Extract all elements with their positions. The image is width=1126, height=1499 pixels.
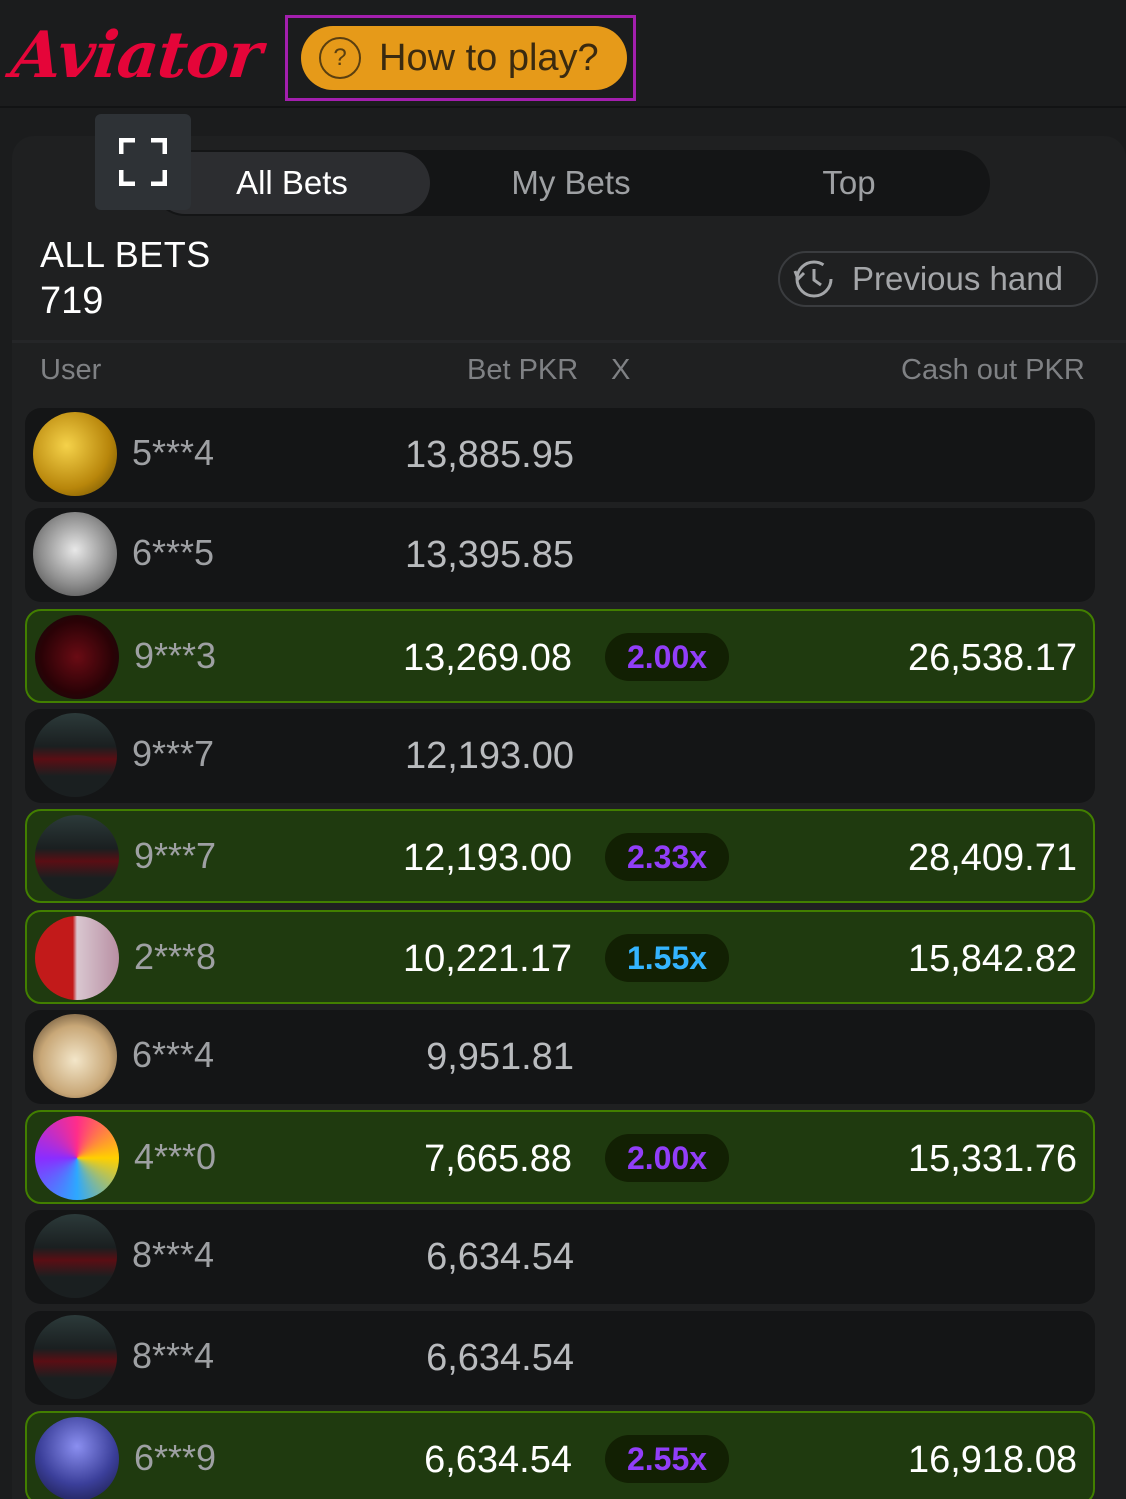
tab-my-bets[interactable]: My Bets — [432, 150, 710, 216]
avatar — [33, 1315, 117, 1399]
bet-row: 8***4 6,634.54 — [25, 1210, 1095, 1304]
bet-user: 9***3 — [134, 635, 217, 676]
bet-row: 2***8 10,221.17 1.55x 15,842.82 — [25, 910, 1095, 1004]
bet-row: 6***5 13,395.85 — [25, 508, 1095, 602]
avatar — [33, 1214, 117, 1298]
tab-top[interactable]: Top — [710, 150, 988, 216]
cashout-amount: 15,331.76 — [907, 1138, 1077, 1180]
bet-row: 6***4 9,951.81 — [25, 1010, 1095, 1104]
bet-amount: 6,634.54 — [426, 1337, 574, 1379]
multiplier-badge: 2.00x — [605, 1134, 729, 1182]
bet-user: 9***7 — [134, 835, 217, 876]
bet-amount: 12,193.00 — [404, 735, 574, 777]
bet-row: 4***0 7,665.88 2.00x 15,331.76 — [25, 1110, 1095, 1204]
bet-user: 4***0 — [134, 1136, 217, 1177]
how-to-play-button[interactable]: ? How to play? — [301, 26, 627, 90]
multiplier-badge: 2.33x — [605, 833, 729, 881]
previous-hand-button[interactable]: Previous hand — [778, 251, 1098, 307]
bet-amount: 13,269.08 — [402, 637, 572, 679]
avatar — [33, 412, 117, 496]
history-icon — [793, 260, 833, 298]
bet-user: 8***4 — [132, 1335, 215, 1376]
bet-row: 8***4 6,634.54 — [25, 1311, 1095, 1405]
column-bet: Bet PKR — [467, 354, 579, 386]
bet-row: 6***9 6,634.54 2.55x 16,918.08 — [25, 1411, 1095, 1499]
cashout-amount: 15,842.82 — [907, 938, 1077, 980]
bet-amount: 12,193.00 — [402, 837, 572, 879]
bet-amount: 6,634.54 — [426, 1236, 574, 1278]
multiplier-badge: 2.55x — [605, 1435, 729, 1483]
multiplier-badge: 1.55x — [605, 934, 729, 982]
fullscreen-button[interactable] — [95, 114, 191, 210]
bet-user: 5***4 — [132, 432, 215, 473]
all-bets-count: 719 — [40, 280, 104, 322]
bet-amount: 6,634.54 — [424, 1439, 572, 1481]
avatar — [33, 713, 117, 797]
bet-row: 9***7 12,193.00 2.33x 28,409.71 — [25, 809, 1095, 903]
avatar — [35, 615, 119, 699]
how-to-play-label: How to play? — [379, 36, 599, 79]
tab-all-bets[interactable]: All Bets — [154, 152, 430, 214]
bet-row: 9***7 12,193.00 — [25, 709, 1095, 803]
bet-user: 9***7 — [132, 733, 215, 774]
avatar — [35, 916, 119, 1000]
expand-icon — [119, 138, 167, 186]
bet-user: 6***5 — [132, 532, 215, 573]
top-header: Aviator ? How to play? — [0, 0, 1126, 108]
multiplier-badge: 2.00x — [605, 633, 729, 681]
bet-amount: 10,221.17 — [402, 938, 572, 980]
column-user: User — [40, 354, 102, 386]
cashout-amount: 16,918.08 — [907, 1439, 1077, 1481]
bet-user: 6***9 — [134, 1437, 217, 1478]
cashout-amount: 28,409.71 — [907, 837, 1077, 879]
all-bets-title: ALL BETS — [40, 234, 211, 275]
avatar — [33, 512, 117, 596]
aviator-logo: Aviator — [8, 18, 265, 93]
bet-user: 2***8 — [134, 936, 217, 977]
avatar — [33, 1014, 117, 1098]
bet-amount: 7,665.88 — [424, 1138, 572, 1180]
question-circle-icon: ? — [319, 37, 361, 79]
bet-amount: 13,885.95 — [404, 434, 574, 476]
bet-user: 8***4 — [132, 1234, 215, 1275]
avatar — [35, 815, 119, 899]
column-multiplier: X — [611, 354, 631, 386]
cashout-amount: 26,538.17 — [907, 637, 1077, 679]
bets-tabs: All Bets My Bets Top — [152, 150, 990, 216]
previous-hand-label: Previous hand — [852, 260, 1063, 297]
bet-row: 9***3 13,269.08 2.00x 26,538.17 — [25, 609, 1095, 703]
bet-amount: 9,951.81 — [426, 1036, 574, 1078]
divider — [12, 340, 1126, 343]
bet-amount: 13,395.85 — [404, 534, 574, 576]
avatar — [35, 1417, 119, 1499]
bet-row: 5***4 13,885.95 — [25, 408, 1095, 502]
avatar — [35, 1116, 119, 1200]
column-cashout: Cash out PKR — [901, 354, 1085, 386]
bet-user: 6***4 — [132, 1034, 215, 1075]
